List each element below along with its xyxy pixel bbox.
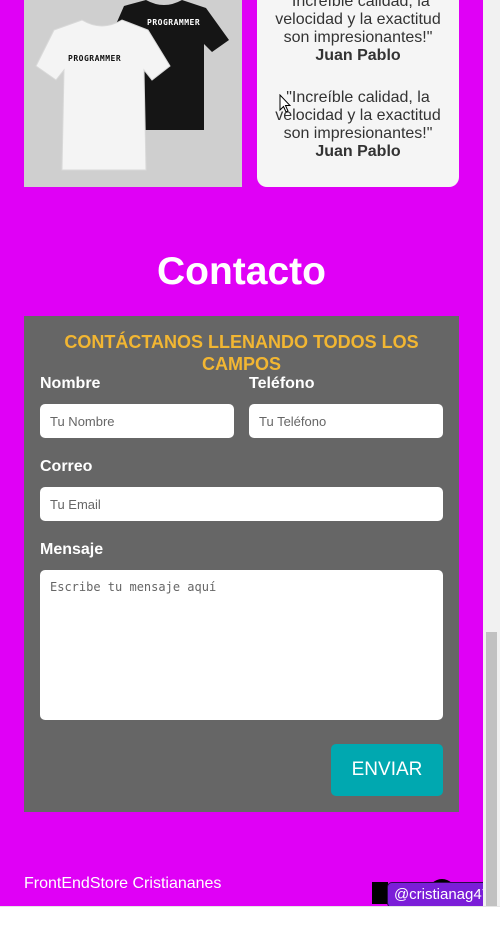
scrollbar-thumb[interactable] [486, 632, 497, 906]
message-label: Mensaje [40, 541, 104, 558]
mouse-cursor-icon [279, 94, 291, 113]
footer-social-icon[interactable] [372, 882, 388, 904]
testimonial-author: Juan Pablo [315, 47, 401, 64]
tshirts-illustration [35, 0, 229, 171]
handle-badge: @cristianag47 [387, 882, 497, 908]
bottom-bar [0, 906, 500, 941]
testimonial-item: "Increíble calidad, la velocidad y la ex… [265, 89, 451, 161]
testimonial-author: Juan Pablo [315, 143, 401, 160]
phone-label: Teléfono [249, 375, 315, 392]
testimonial-quote: "Increíble calidad, la velocidad y la ex… [275, 0, 441, 46]
footer-brand: FrontEndStore Cristiananes [24, 875, 222, 892]
testimonial-quote: "Increíble calidad, la velocidad y la ex… [275, 89, 441, 142]
shirt-back-label: PROGRAMMER [147, 18, 201, 27]
name-label: Nombre [40, 375, 101, 392]
product-image: PROGRAMMER PROGRAMMER [24, 0, 242, 187]
form-heading: CONTÁCTANOS LLENANDO TODOS LOS CAMPOS [64, 332, 419, 374]
phone-input[interactable] [249, 404, 443, 438]
contact-form: CONTÁCTANOS LLENANDO TODOS LOS CAMPOS No… [24, 316, 459, 812]
send-button[interactable]: ENVIAR [331, 744, 443, 796]
email-label: Correo [40, 458, 93, 475]
message-textarea[interactable] [40, 570, 443, 720]
shirt-front-label: PROGRAMMER [68, 54, 122, 63]
page: PROGRAMMER PROGRAMMER "Increíble calidad… [0, 0, 483, 906]
email-input[interactable] [40, 487, 443, 521]
contact-title: Contacto [157, 250, 326, 293]
name-input[interactable] [40, 404, 234, 438]
testimonial-item: "Increíble calidad, la velocidad y la ex… [265, 0, 451, 65]
